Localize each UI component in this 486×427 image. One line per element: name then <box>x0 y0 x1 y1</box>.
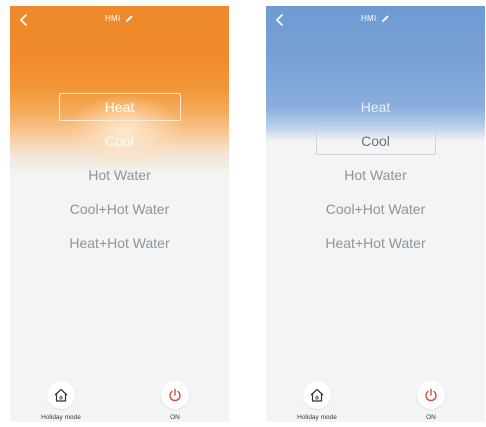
house-icon <box>310 388 324 402</box>
holiday-mode-label: Holiday mode <box>41 414 81 421</box>
top-bar: HMI <box>10 6 229 32</box>
power-icon <box>425 388 437 402</box>
mode-option-heat[interactable]: Heat <box>266 90 485 124</box>
mode-list: Heat Cool Hot Water Cool+Hot Water Heat+… <box>266 90 485 260</box>
mode-label: Hot Water <box>88 167 151 183</box>
device-title[interactable]: HMI <box>10 14 229 23</box>
mode-label: Heat+Hot Water <box>69 235 170 251</box>
holiday-mode-label: Holiday mode <box>297 414 337 421</box>
mode-option-cool[interactable]: Cool <box>266 124 485 158</box>
pencil-icon[interactable] <box>125 14 134 23</box>
house-icon <box>54 388 68 402</box>
power-button[interactable]: ON <box>396 381 466 421</box>
power-button[interactable]: ON <box>140 381 210 421</box>
device-title-text: HMI <box>360 14 377 23</box>
mode-label: Cool <box>361 133 390 149</box>
pencil-icon[interactable] <box>381 14 390 23</box>
mode-option-heat-hot-water[interactable]: Heat+Hot Water <box>10 226 229 260</box>
phone-screen-cool: HMI Heat Cool Hot Water Cool+Hot Water H… <box>266 6 485 422</box>
power-label: ON <box>170 414 180 421</box>
power-icon <box>169 388 181 402</box>
mode-label: Heat+Hot Water <box>325 235 426 251</box>
device-title-text: HMI <box>104 14 121 23</box>
mode-option-heat[interactable]: Heat <box>10 90 229 124</box>
phone-screen-heat: HMI Heat Cool Hot Water Cool+Hot Water H… <box>10 6 229 422</box>
screenshot-pair: HMI Heat Cool Hot Water Cool+Hot Water H… <box>0 0 486 427</box>
holiday-button-circle <box>303 381 331 409</box>
mode-label: Heat <box>104 99 135 115</box>
mode-option-cool-hot-water[interactable]: Cool+Hot Water <box>10 192 229 226</box>
power-label: ON <box>426 414 436 421</box>
mode-label: Cool+Hot Water <box>69 201 170 217</box>
mode-label: Heat <box>360 99 391 115</box>
holiday-button-circle <box>47 381 75 409</box>
device-title[interactable]: HMI <box>266 14 485 23</box>
mode-option-cool[interactable]: Cool <box>10 124 229 158</box>
mode-label: Cool+Hot Water <box>325 201 426 217</box>
power-button-circle <box>417 381 445 409</box>
mode-option-heat-hot-water[interactable]: Heat+Hot Water <box>266 226 485 260</box>
holiday-mode-button[interactable]: Holiday mode <box>26 381 96 421</box>
mode-label: Cool <box>105 133 134 149</box>
mode-list: Heat Cool Hot Water Cool+Hot Water Heat+… <box>10 90 229 260</box>
top-bar: HMI <box>266 6 485 32</box>
mode-label: Hot Water <box>344 167 407 183</box>
holiday-mode-button[interactable]: Holiday mode <box>282 381 352 421</box>
mode-option-hot-water[interactable]: Hot Water <box>266 158 485 192</box>
power-button-circle <box>161 381 189 409</box>
mode-option-hot-water[interactable]: Hot Water <box>10 158 229 192</box>
mode-option-cool-hot-water[interactable]: Cool+Hot Water <box>266 192 485 226</box>
